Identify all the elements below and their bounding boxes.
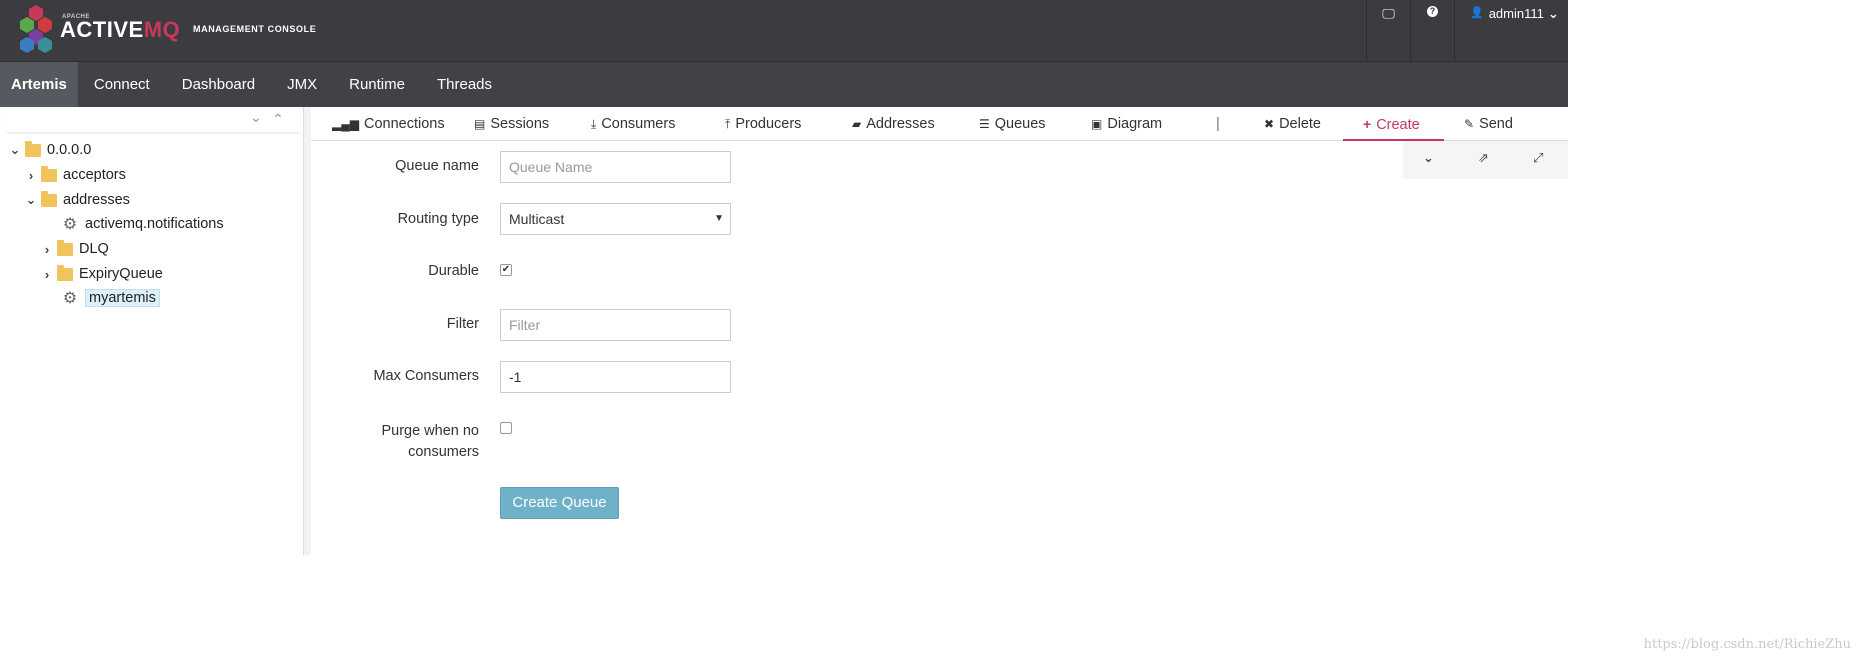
durable-checkbox[interactable]: ✔ bbox=[500, 264, 512, 276]
max-consumers-label: Max Consumers bbox=[373, 368, 479, 384]
tab-create[interactable]: + Create bbox=[1343, 107, 1444, 141]
chevron-down-icon: ⌄ bbox=[1547, 6, 1559, 21]
tree-node-dlq[interactable]: › DLQ bbox=[39, 238, 109, 260]
splitter[interactable] bbox=[304, 107, 311, 555]
nav-item-runtime[interactable]: Runtime bbox=[333, 62, 421, 107]
tab-send[interactable]: ✎ Send bbox=[1464, 107, 1513, 141]
nav-item-dashboard[interactable]: Dashboard bbox=[166, 62, 271, 107]
help-icon: ? bbox=[1427, 6, 1438, 17]
tree-node-myartemis[interactable]: ⚙ myartemis bbox=[61, 287, 160, 309]
share-icon[interactable]: ⇗ bbox=[1478, 150, 1489, 166]
main-panel: ▂▄▆ Connections ▤ Sessions ⤓ Consumers ⤒ Pro… bbox=[311, 107, 1568, 555]
nav-item-jmx[interactable]: JMX bbox=[271, 62, 333, 107]
tab-addresses[interactable]: ▰ Addresses bbox=[852, 107, 935, 141]
chevron-right-icon[interactable]: › bbox=[23, 168, 39, 183]
signal-icon: ▂▄▆ bbox=[332, 117, 359, 131]
jmx-tree-panel: ⌄ ⌃ ⌄ 0.0.0.0 › acceptors ⌄ addresses ⚙ … bbox=[0, 107, 304, 555]
watermark: https://blog.csdn.net/RichieZhu bbox=[1643, 637, 1851, 652]
purge-label: Purge when no consumers bbox=[381, 423, 479, 460]
brand-title: ACTIVEMQ bbox=[60, 17, 181, 42]
tree-controls: ⌄ ⌃ bbox=[6, 107, 300, 133]
tree-node-notifications[interactable]: ⚙ activemq.notifications bbox=[61, 213, 224, 235]
expand-all-icon[interactable]: ⌄ bbox=[250, 109, 262, 126]
gear-icon: ⚙ bbox=[62, 216, 78, 233]
tab-queues[interactable]: ☰ Queues bbox=[979, 107, 1046, 141]
book-icon: ▰ bbox=[852, 117, 862, 131]
folder-icon bbox=[41, 165, 57, 182]
monitor-button[interactable]: 🖵 bbox=[1366, 0, 1410, 62]
gear-icon: ⚙ bbox=[62, 290, 78, 307]
pencil-icon: ✎ bbox=[1464, 117, 1475, 131]
folder-open-icon bbox=[25, 140, 41, 157]
main-nav: Artemis Connect Dashboard JMX Runtime Th… bbox=[0, 62, 1568, 107]
filter-input[interactable]: Filter bbox=[500, 309, 731, 341]
tab-sessions[interactable]: ▤ Sessions bbox=[474, 107, 549, 141]
nav-item-threads[interactable]: Threads bbox=[421, 62, 508, 107]
folder-icon bbox=[57, 239, 73, 256]
user-name: admin111 bbox=[1488, 6, 1544, 21]
durable-label: Durable bbox=[428, 263, 479, 279]
user-menu[interactable]: 👤 admin111 ⌄ bbox=[1454, 0, 1568, 62]
download-icon: ⤓ bbox=[591, 117, 597, 131]
activemq-logo: APACHE ACTIVEMQ MANAGEMENT CONSOLE bbox=[16, 3, 336, 57]
plus-icon: + bbox=[1363, 116, 1372, 132]
tab-separator: | bbox=[1216, 116, 1220, 132]
nav-item-artemis[interactable]: Artemis bbox=[0, 62, 78, 107]
tab-producers[interactable]: ⤒ Producers bbox=[725, 107, 801, 141]
purge-checkbox[interactable] bbox=[500, 422, 512, 434]
nav-item-connect[interactable]: Connect bbox=[78, 62, 166, 107]
list-icon: ☰ bbox=[979, 117, 990, 131]
close-icon: ✖ bbox=[1264, 117, 1275, 131]
chevron-down-icon[interactable]: ⌄ bbox=[1423, 150, 1434, 166]
chevron-right-icon[interactable]: › bbox=[39, 267, 55, 282]
chevron-down-icon[interactable]: ⌄ bbox=[23, 192, 39, 208]
chevron-down-icon[interactable]: ⌄ bbox=[7, 142, 23, 158]
tree-node-acceptors[interactable]: › acceptors bbox=[23, 164, 126, 186]
routing-type-label: Routing type bbox=[397, 211, 479, 227]
header-bar: APACHE ACTIVEMQ MANAGEMENT CONSOLE 🖵 ? 👤… bbox=[0, 0, 1568, 62]
server-icon: ▤ bbox=[474, 117, 486, 131]
user-icon: 👤 bbox=[1470, 7, 1484, 19]
tree-node-addresses[interactable]: ⌄ addresses bbox=[23, 189, 130, 211]
routing-type-select[interactable]: Multicast ▼ bbox=[500, 203, 731, 235]
upload-icon: ⤒ bbox=[725, 117, 731, 131]
queue-name-input[interactable]: Queue Name bbox=[500, 151, 731, 183]
filter-label: Filter bbox=[446, 316, 479, 332]
queue-name-label: Queue name bbox=[395, 158, 479, 174]
collapse-all-icon[interactable]: ⌃ bbox=[272, 111, 284, 128]
help-button[interactable]: ? bbox=[1410, 0, 1454, 62]
tree-node-root[interactable]: ⌄ 0.0.0.0 bbox=[7, 139, 91, 161]
chevron-right-icon[interactable]: › bbox=[39, 242, 55, 257]
folder-open-icon bbox=[41, 190, 57, 207]
caret-down-icon: ▼ bbox=[714, 213, 724, 224]
fullscreen-icon[interactable]: ⤢ bbox=[1533, 150, 1543, 166]
monitor-icon: 🖵 bbox=[1382, 6, 1395, 21]
folder-icon bbox=[57, 264, 73, 281]
create-queue-button[interactable]: Create Queue bbox=[500, 487, 619, 519]
tree-node-expiryqueue[interactable]: › ExpiryQueue bbox=[39, 263, 163, 285]
max-consumers-input[interactable]: -1 bbox=[500, 361, 731, 393]
console-title: MANAGEMENT CONSOLE bbox=[193, 24, 317, 34]
tab-consumers[interactable]: ⤓ Consumers bbox=[591, 107, 675, 141]
panel-toolbar: ⌄ ⇗ ⤢ bbox=[1403, 141, 1568, 179]
tab-diagram[interactable]: ▣ Diagram bbox=[1091, 107, 1162, 141]
tab-bar: ▂▄▆ Connections ▤ Sessions ⤓ Consumers ⤒ Pro… bbox=[311, 107, 1568, 141]
logo-hex-icon bbox=[20, 5, 52, 53]
tab-connections[interactable]: ▂▄▆ Connections bbox=[332, 107, 445, 141]
image-icon: ▣ bbox=[1091, 117, 1103, 131]
tab-delete[interactable]: ✖ Delete bbox=[1264, 107, 1321, 141]
